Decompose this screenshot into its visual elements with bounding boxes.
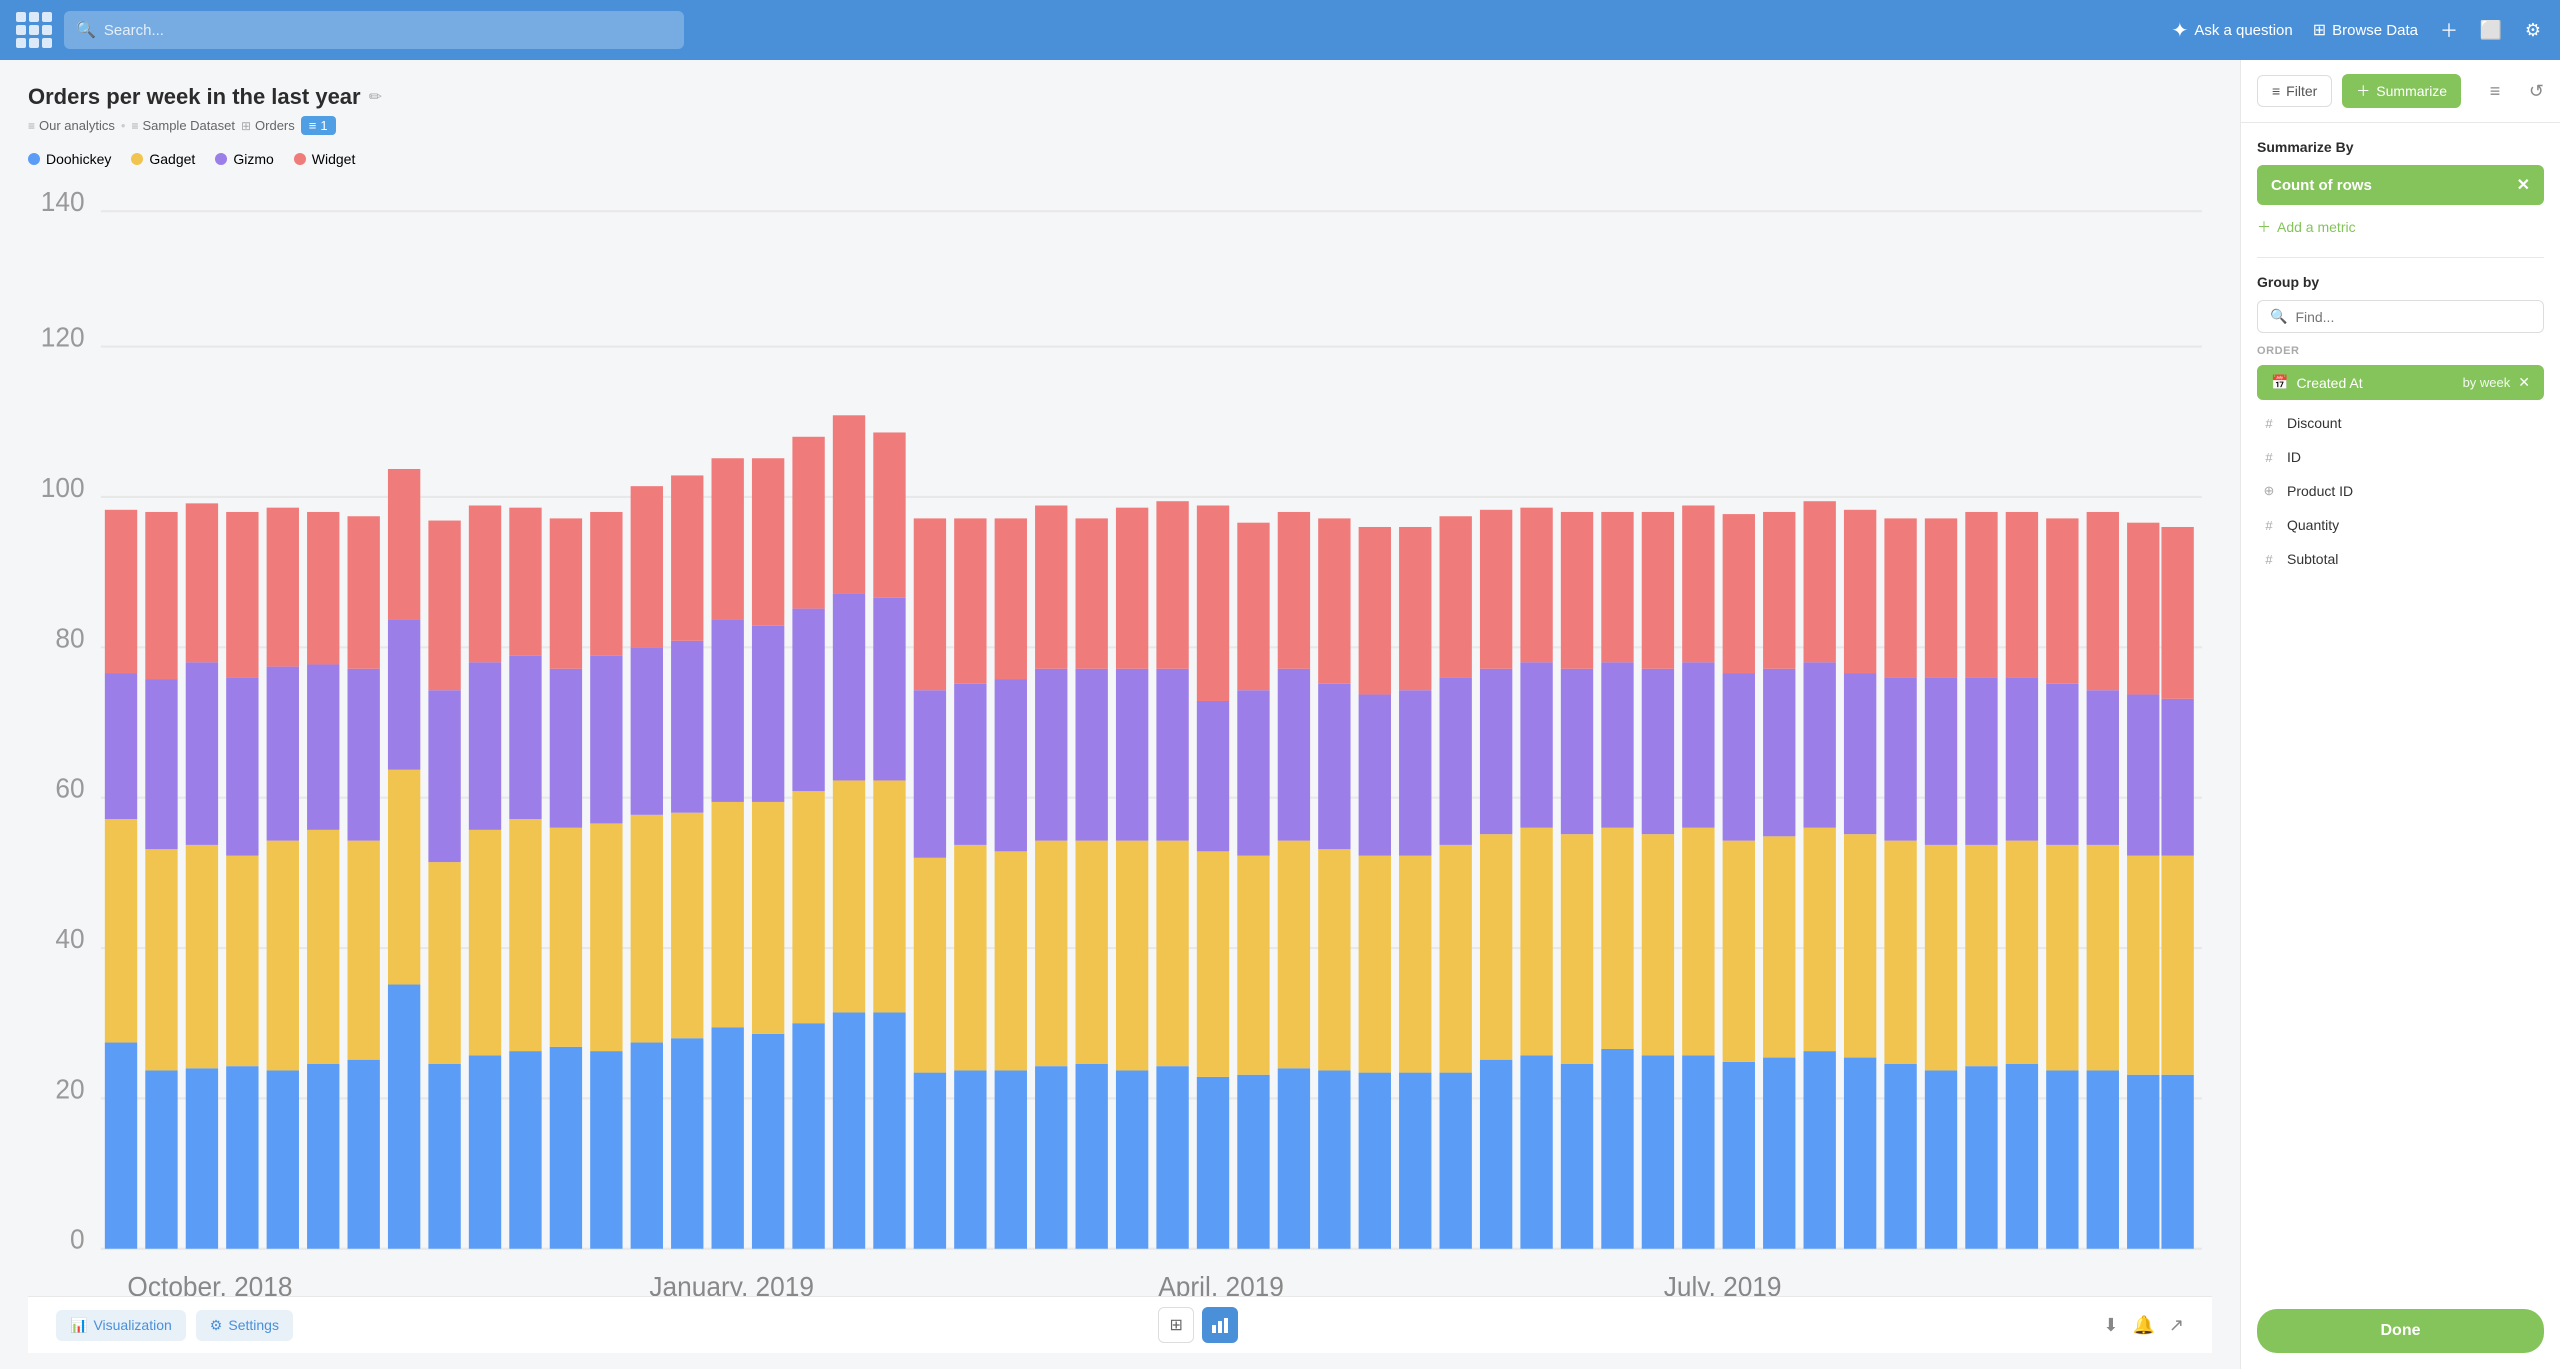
legend-dot-gizmo (215, 153, 227, 165)
filter-button[interactable]: ≡ Filter (2257, 75, 2332, 107)
filter-badge[interactable]: ≡ 1 (301, 116, 336, 135)
legend-dot-gadget (131, 153, 143, 165)
svg-text:60: 60 (55, 772, 84, 804)
right-panel: ≡ Filter ＋ Summarize ≡ ↺ Summarize by Co… (2240, 60, 2560, 1369)
sort-icon[interactable]: ≡ (2490, 81, 2501, 102)
legend-doohickey: Doohickey (28, 151, 111, 167)
svg-text:100: 100 (41, 471, 85, 503)
chart-container: 0 20 40 60 80 100 120 140 (28, 179, 2212, 1296)
table-view-button[interactable]: ⊞ (1158, 1307, 1194, 1343)
legend-dot-widget (294, 153, 306, 165)
breadcrumb: ≡ Our analytics • ≡ Sample Dataset ⊞ Ord… (28, 116, 2212, 135)
legend-widget: Widget (294, 151, 356, 167)
hash-icon: # (2261, 450, 2277, 465)
chart-legend: Doohickey Gadget Gizmo Widget (28, 151, 2212, 167)
plus-icon: ＋ (2257, 217, 2271, 237)
bottom-right-actions: ⬇ 🔔 ↗ (2103, 1315, 2184, 1336)
hash-icon: # (2261, 416, 2277, 431)
created-at-chip[interactable]: 📅 Created At by week ✕ (2257, 365, 2544, 400)
bottom-bar: 📊 Visualization ⚙ Settings ⊞ ⬇ 🔔 ↗ (28, 1296, 2212, 1353)
svg-text:80: 80 (55, 622, 84, 654)
group-item-subtotal[interactable]: # Subtotal (2257, 542, 2544, 576)
bar-chart-icon: 📊 (70, 1317, 87, 1334)
breadcrumb-orders[interactable]: ⊞ Orders (241, 118, 295, 133)
svg-text:April, 2019: April, 2019 (1158, 1270, 1284, 1296)
alert-icon[interactable]: 🔔 (2132, 1315, 2154, 1336)
svg-text:January, 2019: January, 2019 (649, 1270, 814, 1296)
count-of-rows-chip[interactable]: Count of rows ✕ (2257, 165, 2544, 205)
settings-icon: ⚙ (210, 1317, 223, 1334)
topnav-actions: ✦ Ask a question ⊞ Browse Data ＋ ⬜ ⚙ (2172, 18, 2544, 43)
download-icon[interactable]: ⬇ (2103, 1315, 2118, 1336)
summarize-button[interactable]: ＋ Summarize (2342, 74, 2461, 108)
add-button[interactable]: ＋ (2438, 19, 2460, 41)
browse-data-button[interactable]: ⊞ Browse Data (2313, 20, 2418, 40)
hash-icon: # (2261, 552, 2277, 567)
main-layout: Orders per week in the last year ✏ ≡ Our… (0, 60, 2560, 1369)
group-by-search[interactable]: 🔍 (2257, 300, 2544, 333)
chart-area: Orders per week in the last year ✏ ≡ Our… (0, 60, 2240, 1369)
bottom-left-controls: 📊 Visualization ⚙ Settings (56, 1310, 293, 1341)
chart-title-row: Orders per week in the last year ✏ (28, 84, 2212, 110)
plus-icon: ✦ (2172, 18, 2189, 43)
viz-type-buttons: ⊞ (1158, 1307, 1238, 1343)
relation-icon: ⊕ (2261, 483, 2277, 499)
breadcrumb-analytics[interactable]: ≡ Our analytics (28, 118, 115, 133)
svg-text:120: 120 (41, 321, 85, 353)
calendar-icon: 📅 (2271, 374, 2288, 391)
breadcrumb-dataset[interactable]: ≡ Sample Dataset (131, 118, 235, 133)
legend-gadget: Gadget (131, 151, 195, 167)
svg-text:July, 2019: July, 2019 (1664, 1270, 1782, 1296)
group-item-product-id[interactable]: ⊕ Product ID (2257, 474, 2544, 508)
search-icon: 🔍 (2270, 308, 2287, 325)
filter-icon: ≡ (2272, 83, 2280, 99)
bookmark-icon[interactable]: ⬜ (2480, 19, 2502, 41)
remove-metric-icon[interactable]: ✕ (2517, 175, 2530, 195)
panel-toolbar: ≡ Filter ＋ Summarize ≡ ↺ (2241, 60, 2560, 123)
edit-title-icon[interactable]: ✏ (369, 87, 382, 107)
svg-text:20: 20 (55, 1073, 84, 1105)
refresh-icon[interactable]: ↺ (2529, 81, 2544, 102)
topnav: 🔍 ✦ Ask a question ⊞ Browse Data ＋ ⬜ ⚙ (0, 0, 2560, 60)
svg-text:0: 0 (70, 1223, 85, 1255)
app-logo[interactable] (16, 12, 52, 48)
svg-text:40: 40 (55, 922, 84, 954)
search-icon: 🔍 (76, 20, 96, 40)
svg-text:140: 140 (41, 185, 85, 217)
svg-text:October, 2018: October, 2018 (127, 1270, 292, 1296)
group-item-quantity[interactable]: # Quantity (2257, 508, 2544, 542)
order-label: ORDER (2257, 345, 2544, 357)
divider (2257, 257, 2544, 258)
chart-svg: 0 20 40 60 80 100 120 140 (28, 179, 2212, 1296)
bar-chart-button[interactable] (1202, 1307, 1238, 1343)
chart-title: Orders per week in the last year (28, 84, 361, 110)
settings-icon[interactable]: ⚙ (2522, 19, 2544, 41)
group-item-discount[interactable]: # Discount (2257, 406, 2544, 440)
settings-button[interactable]: ⚙ Settings (196, 1310, 293, 1341)
add-metric-button[interactable]: ＋ Add a metric (2257, 213, 2544, 241)
hash-icon: # (2261, 518, 2277, 533)
legend-gizmo: Gizmo (215, 151, 273, 167)
group-item-id[interactable]: # ID (2257, 440, 2544, 474)
done-button[interactable]: Done (2257, 1309, 2544, 1353)
panel-content: Summarize by Count of rows ✕ ＋ Add a met… (2241, 123, 2560, 1297)
search-bar[interactable]: 🔍 (64, 11, 684, 49)
summarize-by-title: Summarize by (2257, 139, 2544, 155)
grid-icon: ⊞ (2313, 20, 2326, 40)
visualization-button[interactable]: 📊 Visualization (56, 1310, 186, 1341)
remove-group-icon[interactable]: ✕ (2518, 374, 2530, 391)
share-icon[interactable]: ↗ (2169, 1315, 2184, 1336)
ask-question-button[interactable]: ✦ Ask a question (2172, 18, 2293, 43)
group-by-search-input[interactable] (2295, 309, 2531, 325)
search-input[interactable] (104, 22, 672, 39)
legend-dot-doohickey (28, 153, 40, 165)
group-by-title: Group by (2257, 274, 2544, 290)
plus-icon: ＋ (2356, 81, 2370, 101)
